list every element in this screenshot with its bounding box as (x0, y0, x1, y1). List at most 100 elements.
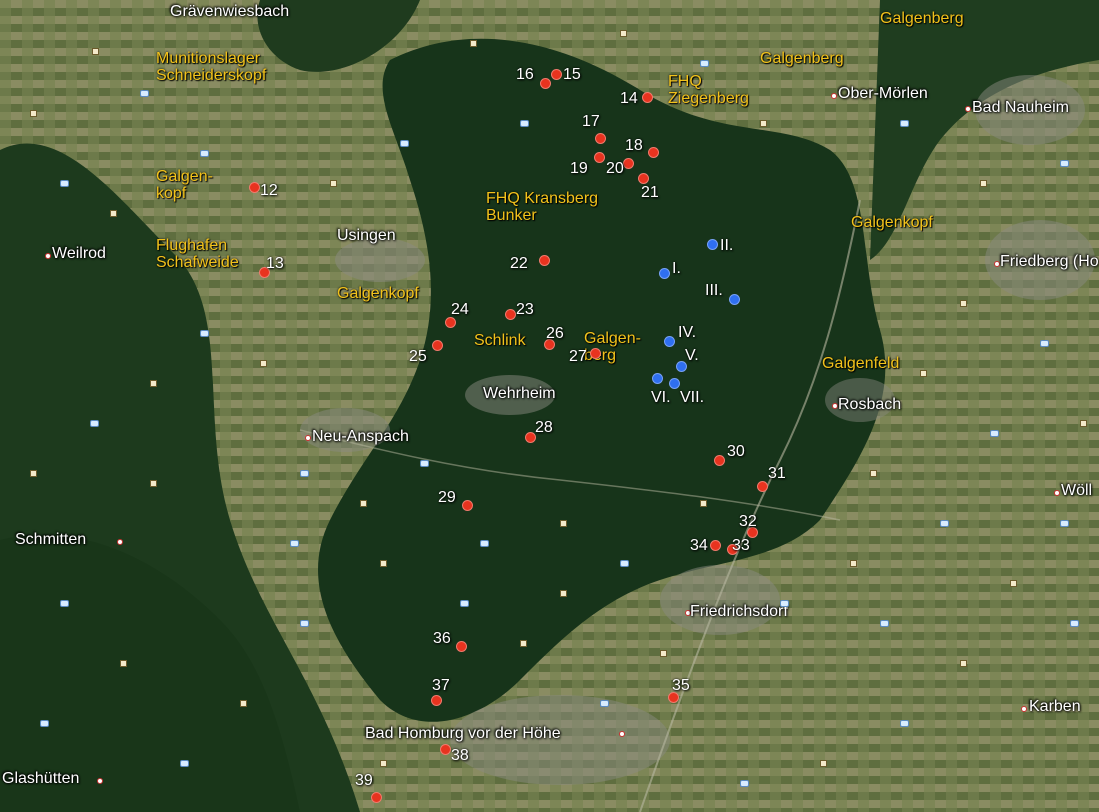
red-point-label-30: 30 (727, 443, 745, 460)
poi-line: Schneiderskopf (156, 66, 267, 84)
town-dot-weilrod (45, 253, 51, 259)
blue-point-VII[interactable] (669, 378, 680, 389)
red-point-38[interactable] (440, 744, 451, 755)
red-point-27[interactable] (590, 348, 601, 359)
poi-line: Galgen- (156, 168, 213, 185)
red-point-21[interactable] (638, 173, 649, 184)
map-place-icon (1040, 340, 1049, 347)
town-label-bad-homburg[interactable]: Bad Homburg vor der Höhe (365, 725, 561, 743)
map-place-icon (700, 500, 707, 507)
map-place-icon (360, 500, 367, 507)
red-point-label-14: 14 (620, 90, 638, 107)
poi-line: Ziegenberg (668, 89, 749, 107)
poi-label-galgenberg-n[interactable]: Galgenberg (760, 50, 844, 68)
map-place-icon (870, 470, 877, 477)
red-point-label-19: 19 (570, 160, 588, 177)
map-place-icon (780, 600, 789, 607)
red-point-17[interactable] (595, 133, 606, 144)
town-label-glashuetten[interactable]: Glashütten (2, 770, 79, 788)
blue-point-label-V: V. (685, 347, 699, 364)
red-point-31[interactable] (757, 481, 768, 492)
map-place-icon (990, 430, 999, 437)
red-point-29[interactable] (462, 500, 473, 511)
blue-point-VI[interactable] (652, 373, 663, 384)
town-label-friedberg[interactable]: Friedberg (Ho (1000, 253, 1099, 271)
map-place-icon (90, 420, 99, 427)
poi-label-fhq-ziegenberg[interactable]: FHQ Ziegenberg (668, 73, 749, 108)
map-place-icon (700, 60, 709, 67)
red-point-37[interactable] (431, 695, 442, 706)
poi-label-flughafen[interactable]: Flughafen Schafweide (156, 237, 239, 272)
red-point-label-39: 39 (355, 772, 373, 789)
poi-line: kopf (156, 184, 187, 202)
red-point-34[interactable] (710, 540, 721, 551)
poi-line: Galgenberg (880, 10, 964, 27)
red-point-label-32: 32 (739, 513, 757, 530)
town-label-friedrichsdorf[interactable]: Friedrichsdorf (690, 603, 788, 621)
blue-point-III[interactable] (729, 294, 740, 305)
blue-point-label-VI: VI. (651, 389, 671, 406)
map-place-icon (300, 470, 309, 477)
red-point-20[interactable] (623, 158, 634, 169)
red-point-36[interactable] (456, 641, 467, 652)
blue-point-II[interactable] (707, 239, 718, 250)
poi-label-munitionslager[interactable]: Munitionslager Schneiderskopf (156, 50, 267, 85)
red-point-22[interactable] (539, 255, 550, 266)
town-label-schmitten[interactable]: Schmitten (15, 531, 86, 549)
town-dot-neu-anspach (305, 435, 311, 441)
poi-label-galgenberg-ne[interactable]: Galgenberg (880, 10, 964, 28)
blue-point-label-I: I. (672, 260, 681, 277)
town-label-wehrheim[interactable]: Wehrheim (483, 385, 556, 403)
map-place-icon (1080, 420, 1087, 427)
red-point-12[interactable] (249, 182, 260, 193)
map-place-icon (850, 560, 857, 567)
poi-line: FHQ Kransberg (486, 190, 599, 207)
map-place-icon (40, 720, 49, 727)
red-point-label-33: 33 (732, 537, 750, 554)
town-label-karben[interactable]: Karben (1029, 698, 1081, 716)
red-point-label-21: 21 (641, 184, 659, 201)
poi-label-schlink[interactable]: Schlink (474, 332, 526, 350)
red-point-15[interactable] (551, 69, 562, 80)
red-point-19[interactable] (594, 152, 605, 163)
blue-point-label-II: II. (720, 237, 734, 254)
town-label-ober-moerlen[interactable]: Ober-Mörlen (838, 85, 928, 103)
terrain-background (0, 0, 1099, 812)
poi-line: Flughafen (156, 237, 228, 254)
town-label-graevenwiesbach[interactable]: Grävenwiesbach (170, 3, 289, 21)
town-label-neu-anspach[interactable]: Neu-Anspach (312, 428, 409, 446)
map-place-icon (900, 120, 909, 127)
poi-label-fhq-kransberg[interactable]: FHQ Kransberg Bunker (486, 190, 599, 225)
town-label-bad-nauheim[interactable]: Bad Nauheim (972, 99, 1069, 117)
poi-label-galgenkopf-e[interactable]: Galgenkopf (851, 214, 933, 232)
town-label-rosbach[interactable]: Rosbach (838, 396, 901, 414)
town-label-woell[interactable]: Wöll (1061, 482, 1092, 500)
map-place-icon (260, 360, 267, 367)
red-point-14[interactable] (642, 92, 653, 103)
red-point-18[interactable] (648, 147, 659, 158)
red-point-label-36: 36 (433, 630, 451, 647)
red-point-39[interactable] (371, 792, 382, 803)
poi-line: Galgenberg (760, 50, 844, 67)
blue-point-IV[interactable] (664, 336, 675, 347)
poi-label-galgenkopf-w[interactable]: Galgen-kopf (156, 168, 213, 203)
poi-label-galgenfeld[interactable]: Galgenfeld (822, 355, 899, 373)
map-place-icon (380, 560, 387, 567)
red-point-25[interactable] (432, 340, 443, 351)
map-place-icon (180, 760, 189, 767)
satellite-map[interactable]: Grävenwiesbach Ober-Mörlen Bad Nauheim Usin… (0, 0, 1099, 812)
red-point-23[interactable] (505, 309, 516, 320)
poi-label-galgenkopf-c[interactable]: Galgenkopf (337, 285, 419, 303)
town-dot-schmitten (117, 539, 123, 545)
red-point-label-17: 17 (582, 113, 600, 130)
blue-point-I[interactable] (659, 268, 670, 279)
poi-line: Munitionslager (156, 50, 261, 67)
red-point-30[interactable] (714, 455, 725, 466)
map-place-icon (620, 30, 627, 37)
map-place-icon (60, 180, 69, 187)
town-label-weilrod[interactable]: Weilrod (52, 245, 106, 263)
town-dot-woell (1054, 490, 1060, 496)
town-label-usingen[interactable]: Usingen (337, 227, 396, 245)
map-place-icon (120, 660, 127, 667)
red-point-16[interactable] (540, 78, 551, 89)
